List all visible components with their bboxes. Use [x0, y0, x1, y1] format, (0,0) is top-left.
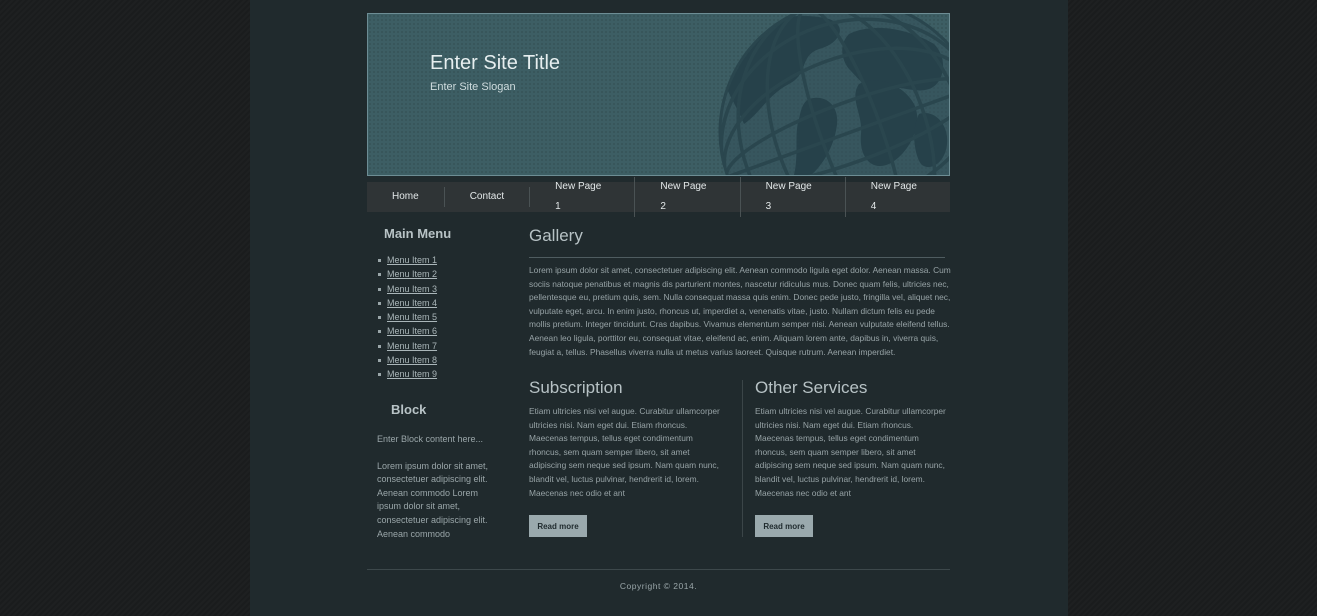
other-services-title: Other Services [755, 378, 868, 397]
menu-list-item: Menu Item 4 [377, 296, 492, 310]
menu-item-5-link[interactable]: Menu Item 5 [387, 312, 437, 322]
page-container: Enter Site Title Enter Site Slogan Home … [250, 0, 1068, 616]
main-menu-heading: Main Menu [384, 226, 452, 241]
menu-item-6-link[interactable]: Menu Item 6 [387, 326, 437, 336]
menu-list-item: Menu Item 5 [377, 310, 492, 324]
menu-list-item: Menu Item 3 [377, 282, 492, 296]
footer-divider [367, 569, 950, 570]
nav-item-home[interactable]: Home [367, 187, 445, 207]
main-navigation: Home Contact New Page 1 New Page 2 New P… [367, 177, 950, 217]
column-divider [742, 380, 743, 537]
sidebar: Main Menu Menu Item 1 Menu Item 2 Menu I… [377, 226, 492, 539]
other-services-read-more-button[interactable]: Read more [755, 515, 813, 537]
menu-item-2-link[interactable]: Menu Item 2 [387, 269, 437, 279]
site-header: Enter Site Title Enter Site Slogan [367, 13, 950, 176]
subscription-title: Subscription [529, 378, 623, 397]
menu-list-item: Menu Item 2 [377, 267, 492, 281]
copyright-text: Copyright © 2014. [619, 581, 698, 591]
menu-item-7-link[interactable]: Menu Item 7 [387, 341, 437, 351]
nav-item-new-page-3[interactable]: New Page 3 [741, 177, 846, 217]
menu-list-item: Menu Item 6 [377, 324, 492, 338]
menu-list-item: Menu Item 1 [377, 253, 492, 267]
menu-item-4-link[interactable]: Menu Item 4 [387, 298, 437, 308]
other-services-section: Other Services Etiam ultricies nisi vel … [755, 378, 953, 537]
nav-item-new-page-1[interactable]: New Page 1 [530, 177, 636, 217]
main-menu-list: Menu Item 1 Menu Item 2 Menu Item 3 Menu… [377, 253, 492, 382]
menu-item-1-link[interactable]: Menu Item 1 [387, 255, 437, 265]
gallery-title: Gallery [529, 226, 945, 258]
site-slogan: Enter Site Slogan [430, 81, 516, 93]
menu-item-8-link[interactable]: Menu Item 8 [387, 355, 437, 365]
nav-item-new-page-4[interactable]: New Page 4 [846, 177, 950, 217]
menu-item-3-link[interactable]: Menu Item 3 [387, 284, 437, 294]
nav-item-contact[interactable]: Contact [445, 187, 531, 207]
menu-list-item: Menu Item 9 [377, 367, 492, 381]
subscription-section: Subscription Etiam ultricies nisi vel au… [529, 378, 727, 537]
other-services-text: Etiam ultricies nisi vel augue. Curabitu… [755, 406, 946, 498]
gallery-text: Lorem ipsum dolor sit amet, consectetuer… [529, 265, 951, 357]
menu-list-item: Menu Item 7 [377, 339, 492, 353]
subscription-read-more-button[interactable]: Read more [529, 515, 587, 537]
block-content: Enter Block content here... Lorem ipsum … [377, 433, 495, 554]
globe-icon [718, 14, 949, 175]
block-intro: Enter Block content here... [377, 434, 484, 444]
main-content: Gallery Lorem ipsum dolor sit amet, cons… [529, 226, 951, 537]
block-body: Lorem ipsum dolor sit amet, consectetuer… [377, 460, 489, 539]
subscription-text: Etiam ultricies nisi vel augue. Curabitu… [529, 406, 720, 498]
block-heading: Block [391, 402, 427, 417]
nav-item-new-page-2[interactable]: New Page 2 [635, 177, 741, 217]
menu-item-9-link[interactable]: Menu Item 9 [387, 369, 437, 379]
site-title: Enter Site Title [430, 52, 561, 74]
menu-list-item: Menu Item 8 [377, 353, 492, 367]
